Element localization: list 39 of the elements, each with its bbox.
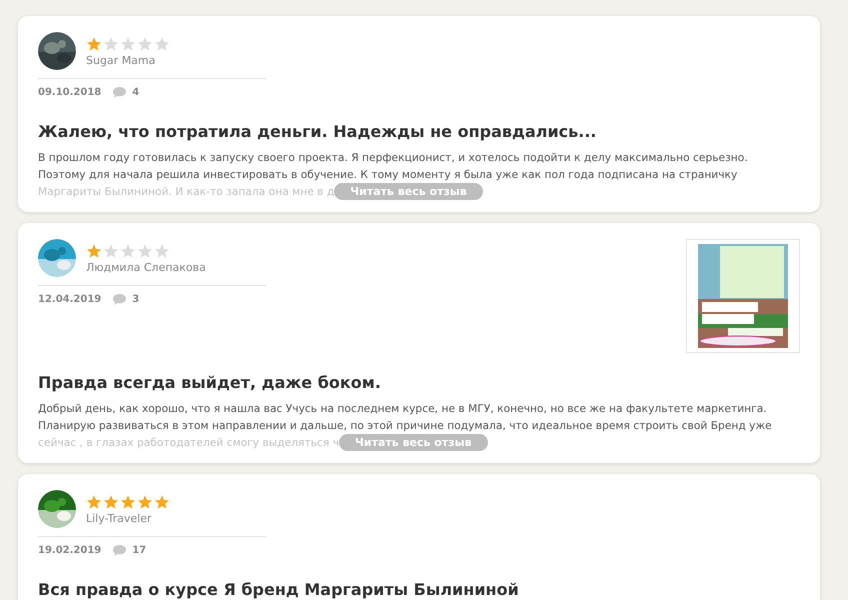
review-text: Маргариты Былининой. И как-то запала она мне в д	[38, 184, 334, 200]
review-text: В прошлом году готовилась к запуску своего проекта. Я перфекционист, и хотелось подойти к делу максимально серьезно.	[38, 150, 749, 166]
review-date: 09.10.2018	[38, 87, 102, 98]
author-name: Людмила Слепакова	[86, 260, 206, 274]
comment-icon	[113, 545, 126, 556]
review-title: Вся правда о курсе Я бренд Маргариты Былининой	[38, 580, 520, 599]
star-icon	[120, 36, 136, 52]
star-icon	[137, 242, 153, 258]
review-date: 19.02.2019	[38, 545, 102, 556]
star-icon	[103, 494, 119, 510]
author-name: Sugar Mama	[86, 54, 156, 66]
review-text: Поэтому для начала решила инвестировать в обучение. К тому моменту я была уже как пол года подписана на страничку	[38, 167, 738, 183]
review-title: Жалею, что потратила деньги. Надежды не оправдались...	[38, 122, 598, 141]
star-icon	[103, 36, 119, 52]
star-icon	[137, 494, 153, 510]
review-title: Правда всегда выйдет, даже боком.	[38, 373, 382, 392]
review-date: 12.04.2019	[38, 294, 102, 305]
comment-count: 4	[132, 87, 140, 98]
star-icon	[120, 494, 136, 510]
attachment-thumbnail[interactable]	[686, 239, 800, 353]
star-icon	[137, 36, 153, 52]
star-icon	[154, 494, 170, 510]
star-icon	[154, 242, 170, 258]
star-icon	[103, 242, 119, 258]
read-more-button[interactable]: Читать весь отзыв	[334, 183, 483, 200]
comment-icon	[113, 294, 126, 305]
comment-count: 3	[132, 294, 140, 305]
read-more-button[interactable]: Читать весь отзыв	[339, 434, 488, 451]
star-icon	[86, 494, 102, 510]
star-icon	[154, 36, 170, 52]
star-icon	[120, 242, 136, 258]
star-icon	[86, 242, 102, 258]
review-text: Планирую развиваться в этом направлении и дальше, по этой причине подумала, что идеальное время строить свой Бренд уже	[38, 418, 773, 434]
comment-icon	[113, 87, 126, 98]
star-icon	[86, 36, 102, 52]
review-text: сейчас , в глазах работодателей смогу выделяться ч	[38, 435, 340, 451]
author-name: Lily-Traveler	[86, 512, 153, 524]
review-text: Добрый день, как хорошо, что я нашла вас Учусь на последнем курсе, не в МГУ, конечно, но все же на факультете маркетинга.	[38, 401, 768, 417]
comment-count: 17	[132, 545, 146, 556]
